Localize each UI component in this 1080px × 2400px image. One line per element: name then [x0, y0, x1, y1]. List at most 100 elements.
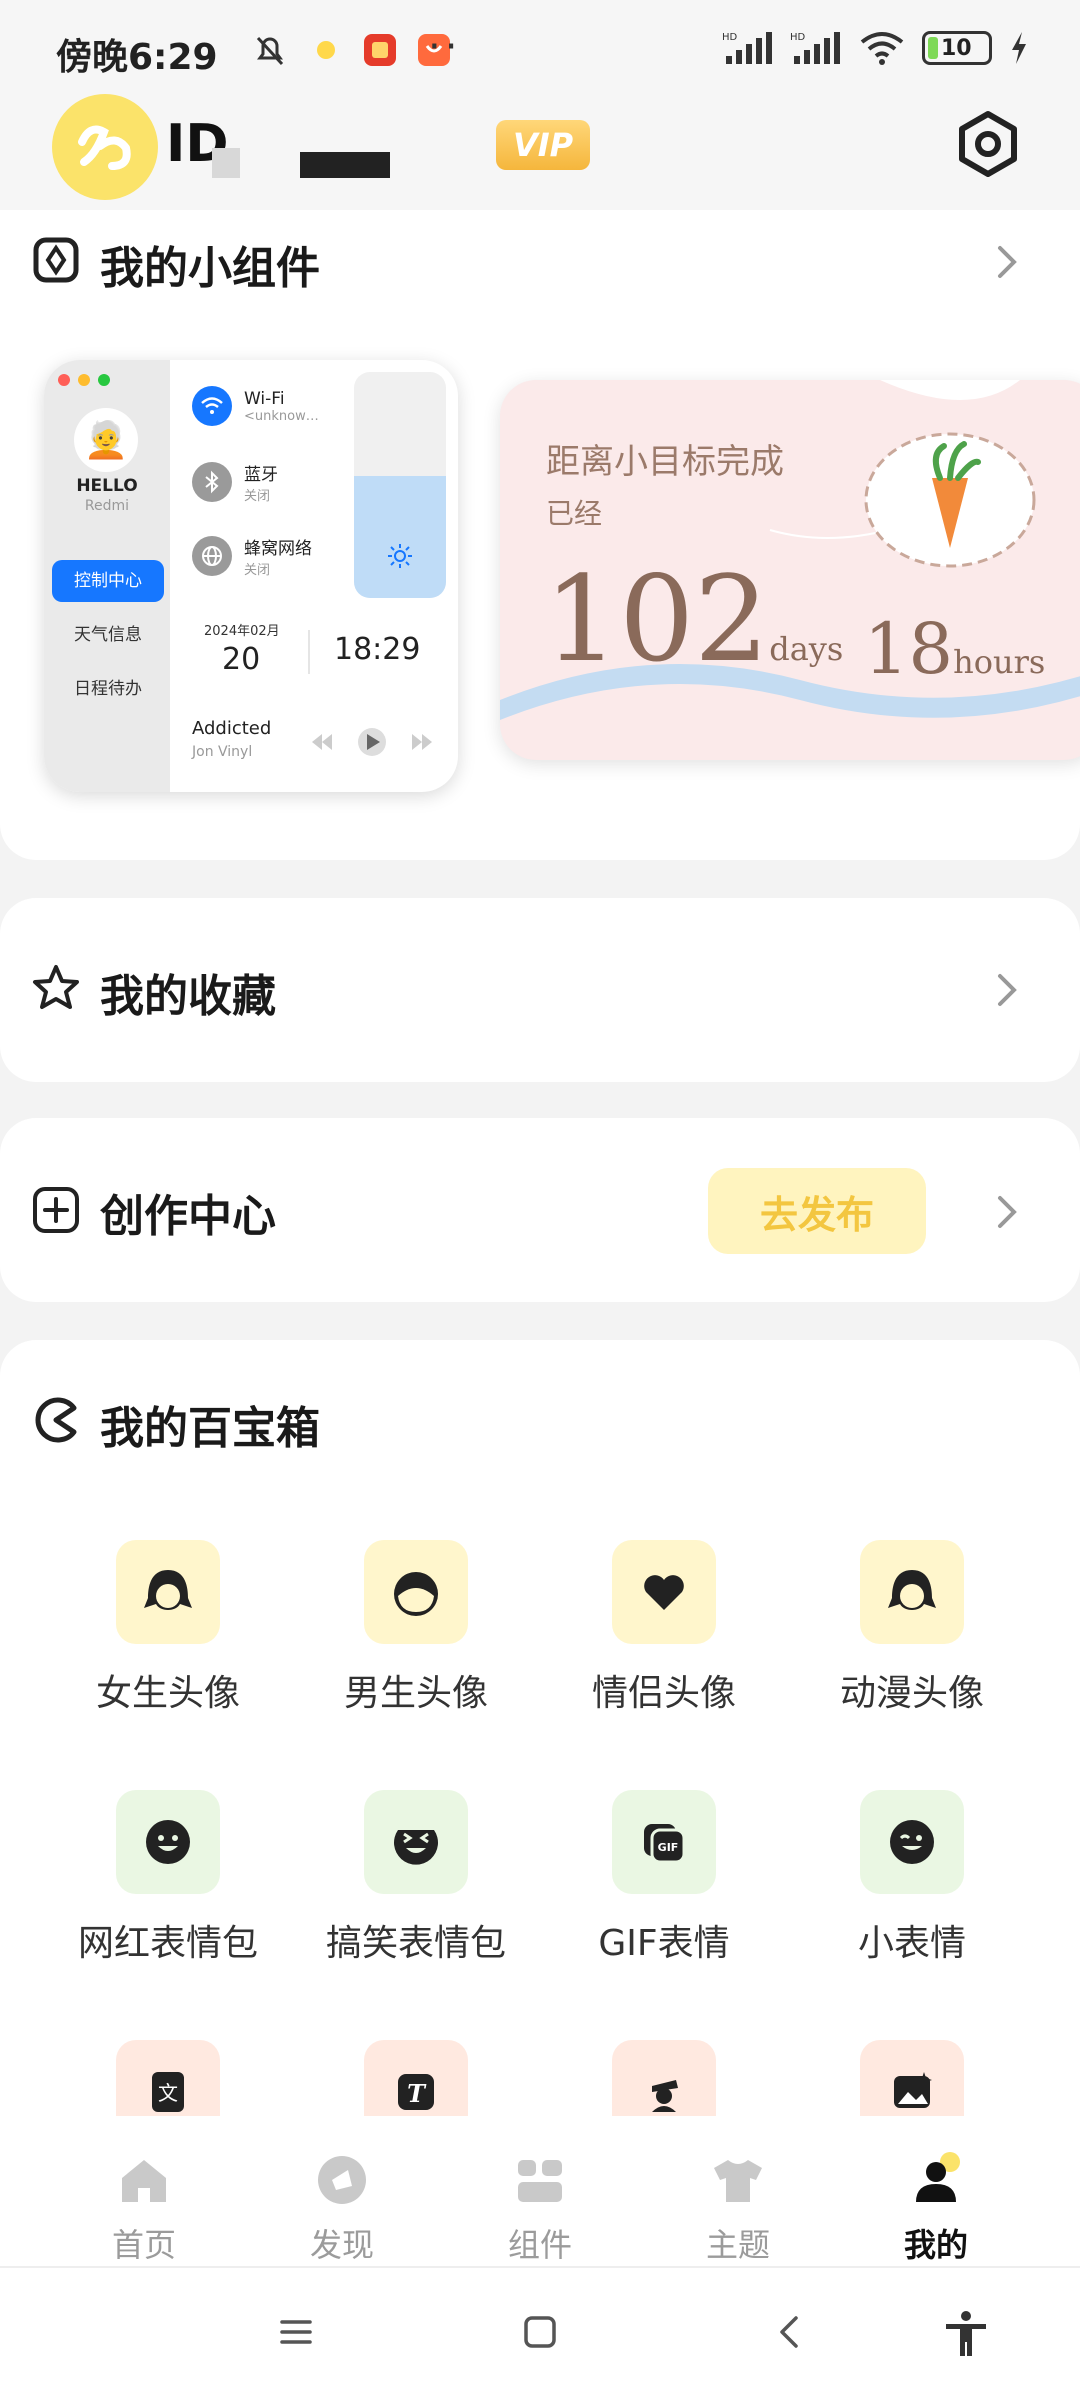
tool-girl-avatar[interactable]: 女生头像: [44, 1540, 292, 1716]
tab-label: 我的: [903, 2226, 968, 2264]
days-unit: days: [769, 630, 844, 668]
anime-face-icon: [860, 1540, 964, 1644]
system-nav-bar: [0, 2268, 1080, 2400]
tool-anime-avatar[interactable]: 动漫头像: [788, 1540, 1036, 1716]
bluetooth-status: 关闭: [244, 489, 271, 504]
discover-icon: [318, 2156, 366, 2204]
countdown-widget[interactable]: 距离小目标完成 已经 102days 18hours: [500, 380, 1080, 760]
accessibility-icon[interactable]: [940, 2308, 992, 2360]
tab-widgets[interactable]: 组件: [470, 2152, 610, 2266]
tool-trending-stickers[interactable]: 网红表情包: [44, 1790, 292, 1966]
app-red-icon: [364, 34, 396, 66]
widget-nav-schedule: 日程待办: [74, 679, 142, 699]
plus-square-icon: [33, 1187, 79, 1233]
tool-funny-stickers[interactable]: 搞笑表情包: [292, 1790, 540, 1966]
tool-small-emojis[interactable]: 小表情: [788, 1790, 1036, 1966]
widget-hello: HELLO: [76, 476, 138, 496]
wifi-row: Wi-Fi <unknow…: [192, 386, 319, 426]
shirt-icon: [714, 2160, 762, 2202]
widgets-card: 我的小组件 🧑‍🦳 HELLO Redmi 控制中心 天气信息 日程待办 Wi-…: [0, 210, 1080, 860]
create-center-card[interactable]: 创作中心 去发布: [0, 1118, 1080, 1302]
countdown-days: 102days: [544, 560, 843, 678]
status-time: 傍晚6:29: [56, 37, 218, 78]
redacted-id-block: [212, 148, 240, 178]
date-divider: [308, 630, 310, 674]
chevron-right-icon[interactable]: [992, 970, 1022, 1010]
window-dots: [58, 374, 110, 386]
tool-gif-stickers[interactable]: GIF GIF表情: [540, 1790, 788, 1966]
song-title: Addicted: [192, 718, 272, 739]
tab-mine[interactable]: 我的: [866, 2152, 1006, 2266]
date-month: 2024年02月: [204, 624, 280, 639]
avatar[interactable]: [52, 94, 158, 200]
battery-indicator: 10: [922, 31, 992, 65]
redacted-id-block: [300, 152, 390, 178]
battery-fill: [928, 37, 938, 59]
tool-label: GIF表情: [598, 1923, 730, 1964]
toolbox-pacman-icon: [35, 1397, 77, 1443]
tool-label: 网红表情包: [77, 1923, 258, 1964]
star-icon: [33, 965, 79, 1009]
home-icon: [122, 2160, 166, 2202]
publish-button[interactable]: 去发布: [708, 1168, 926, 1254]
bluetooth-icon: [192, 462, 232, 502]
wifi-toggle-icon: [192, 386, 232, 426]
memoji-avatar: 🧑‍🦳: [74, 408, 138, 472]
tab-label: 主题: [705, 2226, 770, 2264]
app-logo-icon: [78, 125, 131, 170]
chevron-right-icon[interactable]: [992, 242, 1022, 282]
days-value: 102: [544, 550, 770, 688]
profile-header: ID VIP: [0, 80, 1080, 220]
cellular-status: 关闭: [244, 563, 271, 578]
tab-themes[interactable]: 主题: [668, 2152, 808, 2266]
tool-label: 搞笑表情包: [325, 1923, 506, 1964]
back-icon[interactable]: [770, 2312, 810, 2352]
weather-sun-icon: [317, 41, 335, 59]
menu-icon[interactable]: [276, 2312, 316, 2352]
boy-face-icon: [364, 1540, 468, 1644]
battery-level: 10: [941, 35, 972, 61]
tool-couple-avatar[interactable]: 情侣头像: [540, 1540, 788, 1716]
mute-bell-icon: [256, 36, 284, 66]
tab-home[interactable]: 首页: [74, 2152, 214, 2266]
svg-text:T: T: [407, 2079, 427, 2108]
countdown-subtitle: 已经: [546, 497, 603, 530]
song-artist: Jon Vinyl: [192, 744, 253, 760]
control-center-widget[interactable]: 🧑‍🦳 HELLO Redmi 控制中心 天气信息 日程待办 Wi-Fi <un…: [44, 360, 458, 792]
chevron-right-icon[interactable]: [992, 1192, 1022, 1232]
favorites-title: 我的收藏: [100, 971, 276, 1022]
tool-boy-avatar[interactable]: 男生头像: [292, 1540, 540, 1716]
countdown-hours: 18hours: [864, 614, 1045, 684]
toolbox-title: 我的百宝箱: [100, 1403, 320, 1454]
widget-sidebar: 🧑‍🦳 HELLO Redmi 控制中心 天气信息 日程待办: [44, 360, 170, 792]
widget-nav-control: 控制中心: [52, 560, 164, 602]
more-notifications-icon: ··: [428, 24, 462, 70]
widget-diamond-icon: [33, 237, 79, 283]
wifi-icon: [860, 32, 904, 65]
tool-label: 情侣头像: [591, 1673, 736, 1714]
create-center-title: 创作中心: [100, 1191, 276, 1242]
tab-label: 首页: [111, 2226, 176, 2264]
svg-text:文: 文: [158, 2081, 178, 2105]
svg-text:HD: HD: [790, 32, 806, 43]
favorites-card[interactable]: 我的收藏: [0, 898, 1080, 1082]
countdown-title: 距离小目标完成: [546, 442, 784, 482]
tab-discover[interactable]: 发现: [272, 2152, 412, 2266]
bluetooth-label: 蓝牙: [244, 465, 278, 485]
tool-label: 小表情: [857, 1923, 966, 1964]
widget-device: Redmi: [84, 498, 130, 514]
svg-text:GIF: GIF: [658, 1841, 679, 1854]
music-player: Addicted Jon Vinyl: [182, 704, 446, 780]
vip-badge[interactable]: VIP: [496, 120, 590, 170]
home-square-icon[interactable]: [520, 2312, 560, 2352]
settings-icon[interactable]: [952, 108, 1024, 180]
connectivity-panel: Wi-Fi <unknow… 蓝牙 关闭 蜂窝网络 关闭: [182, 372, 342, 598]
widgets-icon: [518, 2160, 562, 2202]
laugh-emoji-icon: [364, 1790, 468, 1894]
brightness-slider: [354, 372, 446, 598]
heart-icon: [612, 1540, 716, 1644]
smile-emoji-icon: [116, 1790, 220, 1894]
brightness-fill: [354, 475, 446, 598]
girl-face-icon: [116, 1540, 220, 1644]
widgets-title: 我的小组件: [100, 243, 320, 294]
